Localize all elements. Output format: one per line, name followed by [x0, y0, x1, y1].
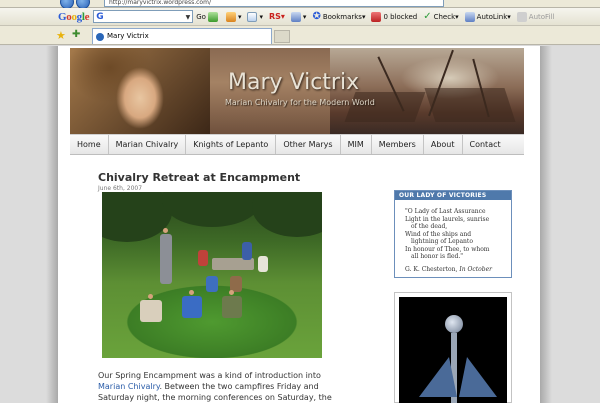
- star-icon: ✪: [312, 11, 321, 22]
- tab-bar: ★ ✚ Mary Victrix: [0, 26, 600, 45]
- encampment-photo: [102, 192, 322, 358]
- poem-line: Wind of the ships and: [405, 230, 472, 238]
- rs-label: RS: [268, 12, 281, 21]
- poem-line: In honour of Thee, to whom: [405, 245, 490, 253]
- add-favorite-icon[interactable]: ✚: [72, 29, 80, 40]
- site-tagline: Marian Chivalry for the Modern World: [225, 98, 375, 107]
- toolbar-share-button[interactable]: ▾: [288, 10, 310, 24]
- bookmarks-label: Bookmarks: [322, 12, 362, 21]
- check-label: Check: [433, 12, 456, 21]
- nav-mim[interactable]: MIM: [341, 135, 372, 154]
- sidebar-image-widget: [394, 292, 512, 403]
- post-text-start: Our Spring Encampment was a kind of intr…: [98, 371, 321, 380]
- search-g-label: G: [96, 11, 104, 22]
- chevron-down-icon[interactable]: ▼: [186, 14, 191, 21]
- poem-quote: "O Lady of Last Assurance Light in the l…: [395, 200, 511, 273]
- autofill-icon: [516, 11, 527, 22]
- poem-line: all honor is fled.": [411, 253, 464, 260]
- go-button[interactable]: Go: [193, 10, 223, 24]
- poem-signature: G. K. Chesterton, In October: [405, 266, 505, 274]
- nav-marian-chivalry[interactable]: Marian Chivalry: [109, 135, 187, 154]
- tab-mary-victrix[interactable]: Mary Victrix: [92, 28, 272, 44]
- check-icon: ✓: [423, 11, 432, 22]
- page-shadow-left: [46, 46, 58, 403]
- statue-image[interactable]: [399, 297, 507, 403]
- page-container: Mary Victrix Marian Chivalry for the Mod…: [58, 46, 540, 403]
- autofill-label: AutoFill: [528, 12, 555, 21]
- blocked-label: 0 blocked: [383, 12, 418, 21]
- post-title[interactable]: Chivalry Retreat at Encampment: [98, 171, 300, 184]
- nav-about[interactable]: About: [424, 135, 463, 154]
- toolbar-search-input[interactable]: G ▼: [93, 10, 194, 23]
- nav-contact[interactable]: Contact: [463, 135, 508, 154]
- page-icon: [247, 11, 258, 22]
- poem-author: G. K. Chesterton,: [405, 265, 458, 273]
- poem-work: In October: [459, 265, 493, 273]
- new-tab-button[interactable]: [274, 30, 290, 43]
- main-nav: Home Marian Chivalry Knights of Lepanto …: [70, 134, 524, 155]
- toolbar-page-button[interactable]: ▾: [244, 10, 266, 24]
- share-icon: [290, 11, 301, 22]
- popup-blocked-icon: [371, 11, 382, 22]
- autofill-button[interactable]: AutoFill: [514, 10, 558, 24]
- autolink-label: AutoLink: [476, 12, 508, 21]
- poem-line: of the dead,: [411, 223, 448, 230]
- bookmarks-button[interactable]: ✪ Bookmarks ▾: [309, 10, 368, 24]
- address-input[interactable]: http://maryvictrix.wordpress.com/: [104, 0, 444, 7]
- marian-chivalry-link[interactable]: Marian Chivalry: [98, 382, 159, 391]
- rs-button[interactable]: RS ▾: [266, 10, 288, 24]
- go-label: Go: [196, 12, 206, 21]
- post-date: June 6th, 2007: [98, 185, 143, 192]
- autolink-icon: [464, 11, 475, 22]
- site-title[interactable]: Mary Victrix: [228, 70, 359, 95]
- our-lady-of-victories-widget: OUR LADY OF VICTORIES "O Lady of Last As…: [394, 190, 512, 278]
- autolink-button[interactable]: AutoLink ▾: [462, 10, 514, 24]
- toolbar-tools-button[interactable]: ▾: [223, 10, 245, 24]
- poem-line: Light in the laurels, sunrise: [405, 215, 490, 223]
- poem-line: lightning of Lepanto: [411, 238, 473, 245]
- widget-title: OUR LADY OF VICTORIES: [395, 191, 511, 200]
- page-viewport: Mary Victrix Marian Chivalry for the Mod…: [0, 46, 600, 403]
- nav-knights-of-lepanto[interactable]: Knights of Lepanto: [186, 135, 277, 154]
- nav-home[interactable]: Home: [70, 135, 109, 154]
- popup-blocker-button[interactable]: 0 blocked: [368, 10, 420, 24]
- grid-icon: [225, 11, 236, 22]
- spellcheck-button[interactable]: ✓ Check ▾: [420, 10, 461, 24]
- go-arrow-icon: [207, 11, 218, 22]
- google-toolbar: Google G ▼ Go ▾ ▾ RS ▾ ▾ ✪ Bookmarks ▾ 0 bl…: [0, 8, 600, 26]
- google-logo: Google: [58, 10, 90, 23]
- page-shadow-right: [540, 46, 552, 403]
- favorites-star-icon[interactable]: ★: [56, 29, 66, 42]
- address-bar-area: http://maryvictrix.wordpress.com/: [0, 0, 600, 9]
- site-header: Mary Victrix Marian Chivalry for the Mod…: [70, 48, 524, 134]
- poem-line: "O Lady of Last Assurance: [405, 208, 486, 215]
- madonna-painting: [70, 48, 210, 134]
- nav-members[interactable]: Members: [372, 135, 424, 154]
- nav-other-marys[interactable]: Other Marys: [276, 135, 341, 154]
- post-body: Our Spring Encampment was a kind of intr…: [98, 370, 338, 403]
